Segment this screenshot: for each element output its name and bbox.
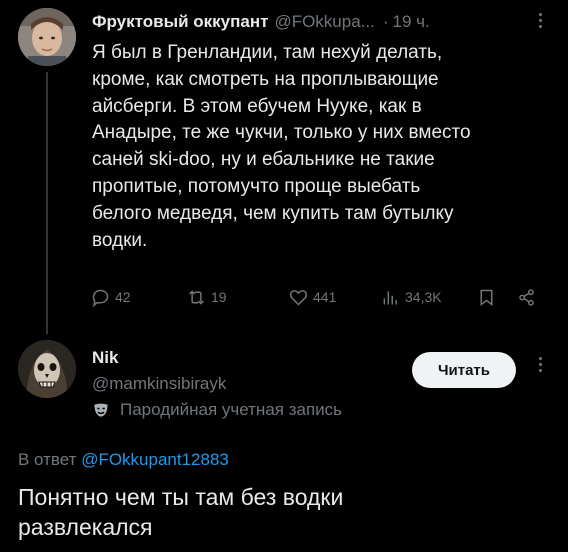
repost-count: 19 bbox=[211, 289, 227, 305]
original-tweet: Фруктовый оккупант @FOkkupa... · 19 ч. Я… bbox=[0, 0, 568, 334]
heart-icon bbox=[289, 289, 308, 306]
like-count: 441 bbox=[313, 289, 337, 305]
action-bar: 42 19 441 34,3K bbox=[90, 284, 550, 312]
tweet-text-line: белого медведя, чем купить там бутылку bbox=[92, 202, 454, 224]
avatar-photo bbox=[18, 340, 76, 398]
more-icon[interactable] bbox=[530, 10, 550, 36]
reply-to-prefix: В ответ bbox=[18, 450, 77, 469]
tweet-text-line: водки. bbox=[92, 229, 148, 251]
author-handle[interactable]: @FOkkupa... bbox=[274, 12, 374, 32]
tweet-text-line: айсберги. В этом ебучем Нууке, как в bbox=[92, 95, 422, 117]
timestamp[interactable]: 19 ч. bbox=[393, 12, 430, 32]
reply-text-line: развлекался bbox=[18, 514, 153, 540]
repost-button[interactable]: 19 bbox=[186, 284, 227, 310]
share-button[interactable] bbox=[516, 284, 537, 310]
comment-icon bbox=[92, 289, 109, 307]
thread-line bbox=[46, 72, 48, 334]
views-count: 34,3K bbox=[405, 289, 442, 305]
reply-tweet: Nik @mamkinsibirayk Пародийная учетная з… bbox=[0, 330, 568, 552]
views-button[interactable]: 34,3K bbox=[380, 284, 442, 310]
reply-text-line: Понятно чем ты там без водки bbox=[18, 484, 344, 510]
tweet-header: Фруктовый оккупант @FOkkupa... · 19 ч. bbox=[92, 12, 430, 32]
author-handle[interactable]: @mamkinsibirayk bbox=[92, 374, 226, 394]
avatar[interactable] bbox=[18, 340, 76, 398]
tweet-text-line: пропитые, потомучто проще выебать bbox=[92, 175, 421, 197]
bookmark-button[interactable] bbox=[476, 284, 497, 310]
bookmark-icon bbox=[480, 289, 493, 306]
avatar[interactable] bbox=[18, 8, 76, 66]
follow-button[interactable]: Читать bbox=[412, 352, 516, 388]
reply-to-handle[interactable]: @FOkkupant12883 bbox=[81, 450, 229, 469]
repost-icon bbox=[188, 289, 205, 305]
reply-count: 42 bbox=[115, 289, 131, 305]
reply-to-line: В ответ @FOkkupant12883 bbox=[18, 450, 229, 470]
share-icon bbox=[519, 288, 534, 306]
tweet-text-line: Анадыре, те же чукчи, только у них вмест… bbox=[92, 122, 471, 144]
tweet-text: Я был в Гренландии, там нехуй делать, кр… bbox=[92, 40, 552, 254]
parody-label: Пародийная учетная запись bbox=[120, 400, 343, 419]
tweet-text-line: Я был в Гренландии, там нехуй делать, bbox=[92, 42, 443, 63]
reply-button[interactable]: 42 bbox=[90, 284, 131, 310]
author-name[interactable]: Фруктовый оккупант bbox=[92, 12, 268, 32]
parody-mask-icon bbox=[94, 403, 108, 417]
author-name[interactable]: Nik bbox=[92, 348, 118, 368]
parody-badge: Пародийная учетная запись bbox=[92, 400, 342, 420]
views-icon bbox=[383, 290, 397, 304]
tweet-text-line: саней ski-doo, ну и ебальнике не такие bbox=[92, 149, 435, 171]
separator: · bbox=[382, 12, 389, 31]
tweet-text-line: кроме, как смотреть на проплывающие bbox=[92, 68, 439, 90]
avatar-photo bbox=[18, 8, 76, 66]
like-button[interactable]: 441 bbox=[288, 284, 336, 310]
more-icon[interactable] bbox=[530, 354, 550, 380]
reply-text: Понятно чем ты там без водки развлекался bbox=[18, 482, 538, 542]
